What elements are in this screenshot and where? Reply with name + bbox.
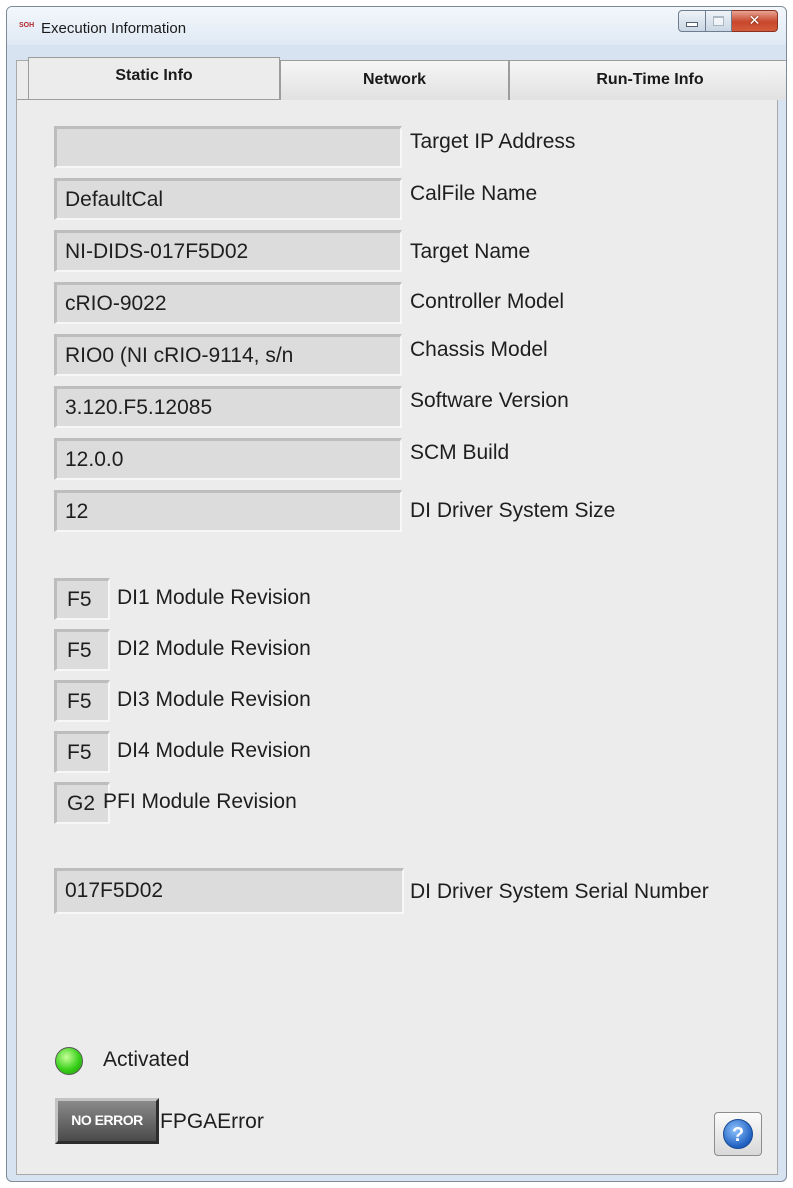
close-button[interactable]: ✕ — [732, 10, 778, 32]
help-icon: ? — [723, 1119, 753, 1149]
software-version-label: Software Version — [410, 389, 569, 412]
serial-number-label: DI Driver System Serial Number — [410, 880, 709, 903]
di4-revision-label: DI4 Module Revision — [117, 739, 311, 762]
fpga-error-indicator: NO ERROR — [55, 1098, 159, 1144]
di3-revision-field: F5 — [54, 680, 110, 722]
target-ip-field — [54, 126, 402, 168]
di1-revision-field: F5 — [54, 578, 110, 620]
serial-number-field: 017F5D02 — [54, 868, 404, 914]
di2-revision-field: F5 — [54, 629, 110, 671]
scm-build-label: SCM Build — [410, 441, 510, 464]
controller-model-label: Controller Model — [410, 290, 565, 313]
calfile-name-label: CalFile Name — [410, 182, 538, 205]
fpga-error-label: FPGAError — [160, 1110, 264, 1133]
activated-label: Activated — [103, 1048, 190, 1071]
tab-panel: Static Info Network Run-Time Info — [16, 57, 786, 1175]
window-title: Execution Information — [41, 20, 187, 37]
system-size-label: DI Driver System Size — [410, 499, 616, 522]
system-size-field: 12 — [54, 490, 402, 532]
help-button[interactable]: ? — [714, 1112, 762, 1156]
scm-build-field: 12.0.0 — [54, 438, 402, 480]
activated-led-indicator — [55, 1047, 83, 1075]
di4-revision-field: F5 — [54, 731, 110, 773]
target-name-field: NI-DIDS-017F5D02 — [54, 230, 402, 272]
app-icon: SOH — [19, 22, 35, 29]
maximize-icon — [713, 16, 724, 26]
tab-static-info[interactable]: Static Info — [28, 57, 280, 99]
title-bar[interactable]: SOH Execution Information ✕ — [7, 7, 786, 45]
chassis-model-label: Chassis Model — [410, 338, 548, 361]
close-icon: ✕ — [748, 13, 761, 29]
pfi-revision-field: G2 — [54, 782, 110, 824]
di3-revision-label: DI3 Module Revision — [117, 688, 311, 711]
pfi-revision-label: PFI Module Revision — [103, 790, 297, 813]
maximize-button[interactable] — [706, 10, 732, 32]
target-ip-label: Target IP Address — [410, 130, 576, 153]
tab-run-time-info[interactable]: Run-Time Info — [509, 60, 786, 100]
window-controls: ✕ — [678, 10, 778, 34]
chassis-model-field: RIO0 (NI cRIO-9114, s/n — [54, 334, 402, 376]
controller-model-field: cRIO-9022 — [54, 282, 402, 324]
target-name-label: Target Name — [410, 240, 531, 263]
calfile-name-field: DefaultCal — [54, 178, 402, 220]
di2-revision-label: DI2 Module Revision — [117, 637, 311, 660]
minimize-button[interactable] — [678, 10, 706, 32]
tab-network[interactable]: Network — [280, 60, 509, 100]
di1-revision-label: DI1 Module Revision — [117, 586, 311, 609]
minimize-icon — [686, 21, 698, 27]
software-version-field: 3.120.F5.12085 — [54, 386, 402, 428]
